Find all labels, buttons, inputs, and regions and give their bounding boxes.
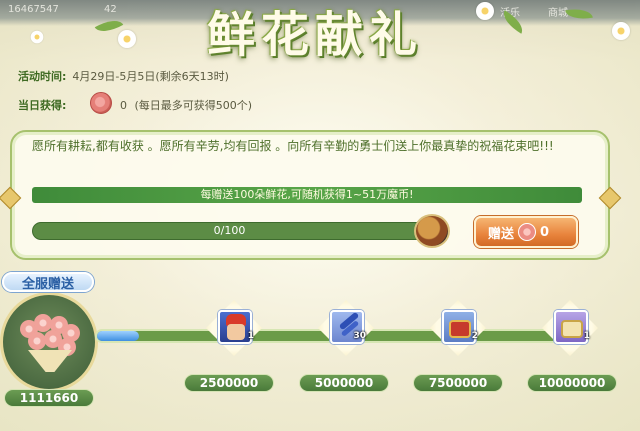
give-flowers-button[interactable]: 赠送 0 (474, 216, 578, 248)
top-strip-text-2: 42 (104, 4, 117, 15)
flower-decoration-icon (30, 30, 44, 44)
reward-threshold-2: 5000000 (299, 374, 389, 392)
reward-threshold-4: 10000000 (527, 374, 617, 392)
give-button-label: 赠送 (488, 226, 515, 242)
server-progress-fill (97, 331, 139, 341)
flower-progress-bar: 0/100 (32, 222, 427, 240)
today-gain-label: 当日获得: (18, 99, 67, 112)
page-title: 鲜花献礼 (206, 7, 423, 63)
reward-count: 1 (583, 331, 590, 341)
give-button-count: 0 (540, 224, 550, 240)
today-gain-row: 当日获得: (18, 97, 66, 113)
server-total: 1111660 (4, 389, 94, 407)
today-gain-value: 0 (每日最多可获得500个) (120, 97, 252, 113)
reward-count: 1 (247, 331, 254, 341)
panel-description: 愿所有耕耘,都有收获 。愿所有辛劳,均有回报 。向所有辛勤的勇士们送上你最真挚的… (32, 139, 554, 153)
rose-icon (518, 223, 537, 241)
reward-count: 30 (353, 331, 366, 341)
reward-count: 2 (471, 331, 478, 341)
event-time-value: 4月29日-5月5日(剩余6天13时) (72, 70, 229, 83)
server-gift-label: 全服赠送 (2, 272, 94, 292)
reward-slot-3[interactable]: 2 (423, 293, 493, 363)
reward-slot-1[interactable]: 1 (199, 293, 269, 363)
event-time-row: 活动时间: 4月29日-5月5日(剩余6天13时) (18, 68, 229, 84)
reward-threshold-3: 7500000 (413, 374, 503, 392)
top-strip-text-1: 16467547 (8, 4, 59, 15)
reward-banner: 每赠送100朵鲜花,可随机获得1~51万魔币! (32, 187, 582, 203)
event-time-label: 活动时间: (18, 70, 67, 83)
reward-slot-2[interactable]: 30 (311, 293, 381, 363)
reward-slot-4[interactable]: 1 (535, 293, 605, 363)
reward-threshold-1: 2500000 (184, 374, 274, 392)
flower-decoration-icon (612, 22, 630, 40)
treasure-chest-icon[interactable] (414, 214, 450, 248)
rose-icon (90, 92, 112, 114)
today-gain-count: 0 (120, 99, 127, 112)
today-gain-limit: (每日最多可获得500个) (134, 99, 253, 112)
